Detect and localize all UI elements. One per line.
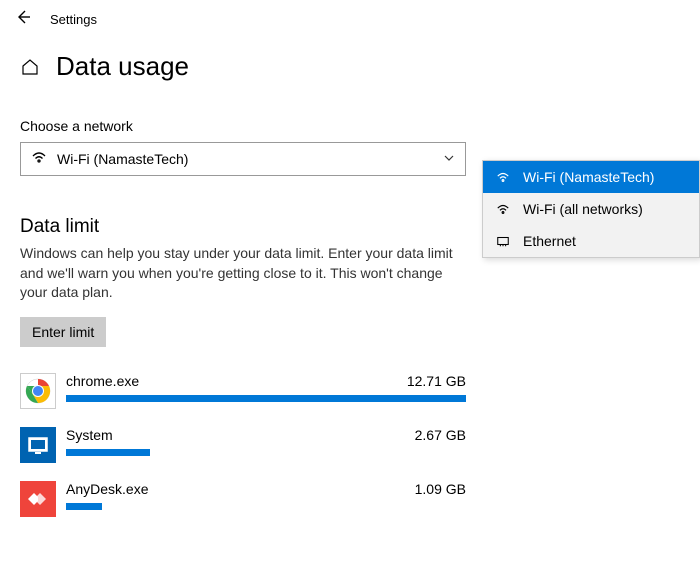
network-menu-label: Ethernet	[523, 233, 576, 249]
window-title: Settings	[50, 12, 97, 27]
app-row: AnyDesk.exe 1.09 GB	[20, 481, 466, 535]
home-icon[interactable]	[20, 57, 40, 77]
app-name: AnyDesk.exe	[66, 481, 148, 497]
app-name: System	[66, 427, 113, 443]
network-dropdown[interactable]: Wi-Fi (NamasteTech)	[20, 142, 466, 176]
page-title: Data usage	[56, 51, 189, 82]
network-menu-label: Wi-Fi (NamasteTech)	[523, 169, 654, 185]
anydesk-icon	[20, 481, 56, 517]
network-menu: Wi-Fi (NamasteTech) Wi-Fi (all networks) E…	[482, 160, 700, 258]
data-limit-description: Windows can help you stay under your dat…	[20, 244, 460, 303]
app-usage: 2.67 GB	[415, 427, 466, 443]
chevron-down-icon	[443, 152, 455, 167]
app-usage-list: chrome.exe 12.71 GB System 2.67 GB AnyDesk.e…	[20, 373, 466, 535]
wifi-icon	[495, 202, 511, 216]
network-menu-item[interactable]: Wi-Fi (NamasteTech)	[483, 161, 699, 193]
usage-bar	[66, 395, 466, 402]
usage-bar	[66, 449, 466, 456]
usage-bar	[66, 503, 466, 510]
system-icon	[20, 427, 56, 463]
network-menu-item[interactable]: Ethernet	[483, 225, 699, 257]
enter-limit-button[interactable]: Enter limit	[20, 317, 106, 347]
app-usage: 12.71 GB	[407, 373, 466, 389]
network-menu-item[interactable]: Wi-Fi (all networks)	[483, 193, 699, 225]
ethernet-icon	[495, 234, 511, 248]
chrome-icon	[20, 373, 56, 409]
app-usage: 1.09 GB	[415, 481, 466, 497]
app-row: System 2.67 GB	[20, 427, 466, 481]
wifi-icon	[31, 149, 47, 170]
network-menu-label: Wi-Fi (all networks)	[523, 201, 643, 217]
choose-network-label: Choose a network	[20, 118, 680, 134]
dropdown-selected-text: Wi-Fi (NamasteTech)	[57, 151, 443, 167]
back-icon[interactable]	[14, 8, 32, 31]
wifi-icon	[495, 170, 511, 184]
app-row: chrome.exe 12.71 GB	[20, 373, 466, 427]
app-name: chrome.exe	[66, 373, 139, 389]
